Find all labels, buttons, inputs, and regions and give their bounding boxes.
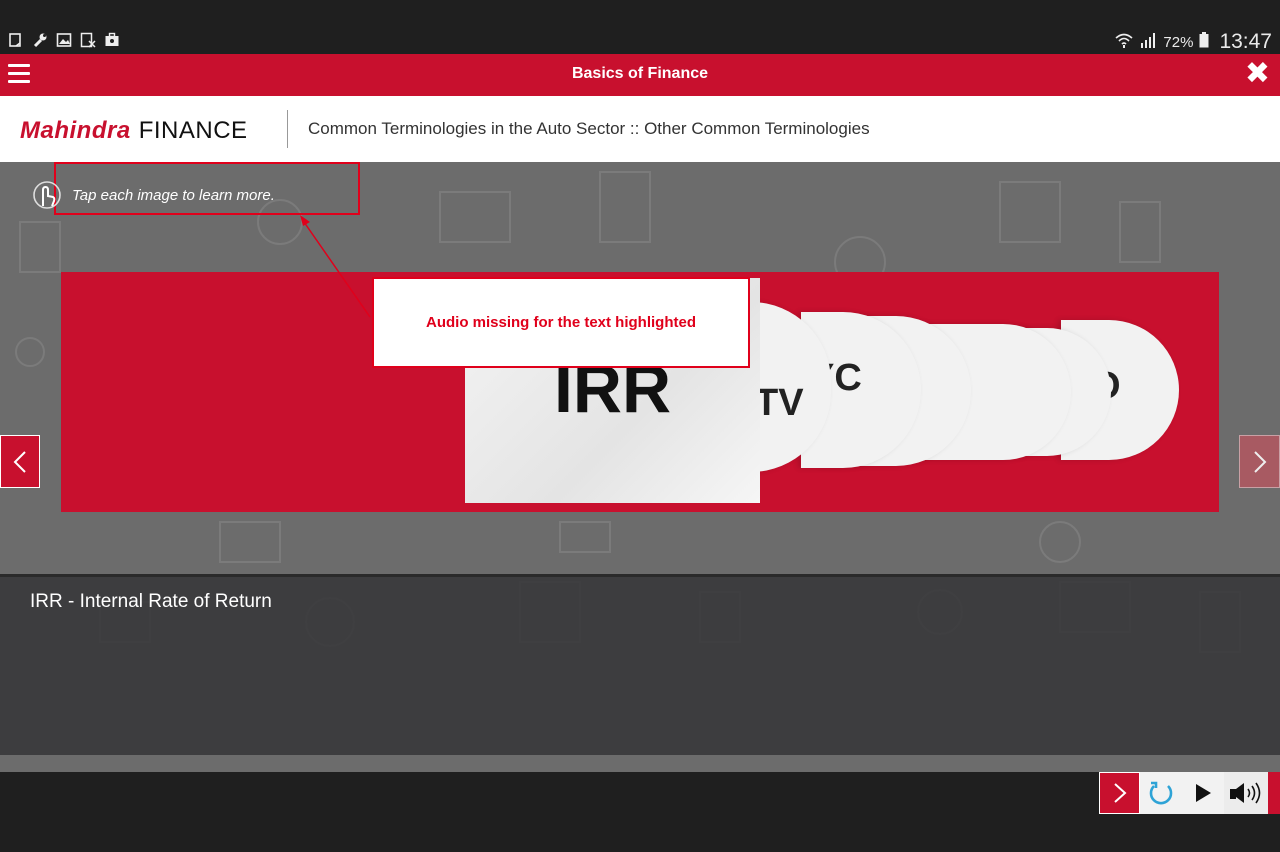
- controls-end-cap: [1268, 772, 1280, 814]
- instruction-text: Tap each image to learn more.: [72, 186, 275, 204]
- mahindra-finance-logo: Mahindra FINANCE: [20, 117, 248, 145]
- battery-icon: [1199, 32, 1209, 52]
- next-arrow-button[interactable]: [1239, 435, 1280, 488]
- player-controls: [1099, 772, 1280, 814]
- title-bar: Basics of Finance ✖: [0, 54, 1280, 96]
- wifi-icon: [1115, 32, 1133, 52]
- doc-x-icon: [80, 32, 96, 48]
- play-button[interactable]: [1182, 772, 1224, 814]
- card-fragment-1: TV: [755, 382, 804, 424]
- status-bar: 72% 13:47: [0, 0, 1280, 54]
- replay-button[interactable]: [1140, 772, 1182, 814]
- chevron-left-icon: [13, 450, 26, 473]
- status-right: 72% 13:47: [1115, 30, 1272, 54]
- battery-percent: 72%: [1163, 33, 1194, 51]
- caption-panel: IRR - Internal Rate of Return: [0, 574, 1280, 755]
- annotation-callout: Audio missing for the text highlighted: [372, 277, 750, 368]
- close-icon[interactable]: ✖: [1245, 59, 1270, 89]
- clock: 13:47: [1219, 30, 1272, 53]
- bottom-bar: [0, 828, 1280, 852]
- next-slide-button[interactable]: [1099, 772, 1140, 814]
- logo-brand: Mahindra: [20, 117, 131, 144]
- chevron-right-icon: [1253, 450, 1266, 473]
- volume-button[interactable]: [1224, 772, 1268, 814]
- replay-icon: [1149, 781, 1173, 805]
- next-icon: [1113, 783, 1126, 803]
- previous-button[interactable]: [0, 435, 40, 488]
- lesson-content: Tap each image to learn more. O R ire YC…: [0, 162, 1280, 772]
- wrench-icon: [32, 32, 48, 48]
- volume-icon: [1230, 782, 1261, 804]
- app-title: Basics of Finance: [571, 65, 709, 82]
- instruction-row: Tap each image to learn more.: [30, 178, 275, 212]
- caption-text: IRR - Internal Rate of Return: [30, 591, 272, 612]
- header-divider: [287, 110, 288, 148]
- breadcrumb: Common Terminologies in the Auto Sector …: [308, 119, 870, 138]
- tap-hand-icon: [30, 178, 64, 212]
- play-icon: [1196, 784, 1211, 802]
- logo-finance: FINANCE: [138, 117, 248, 144]
- status-left-icons: [8, 32, 120, 48]
- signal-icon: [1139, 32, 1157, 52]
- image-icon: [56, 32, 72, 48]
- device-icon: [8, 32, 24, 48]
- briefcase-icon: [104, 32, 120, 48]
- course-header: Mahindra FINANCE Common Terminologies in…: [0, 96, 1280, 162]
